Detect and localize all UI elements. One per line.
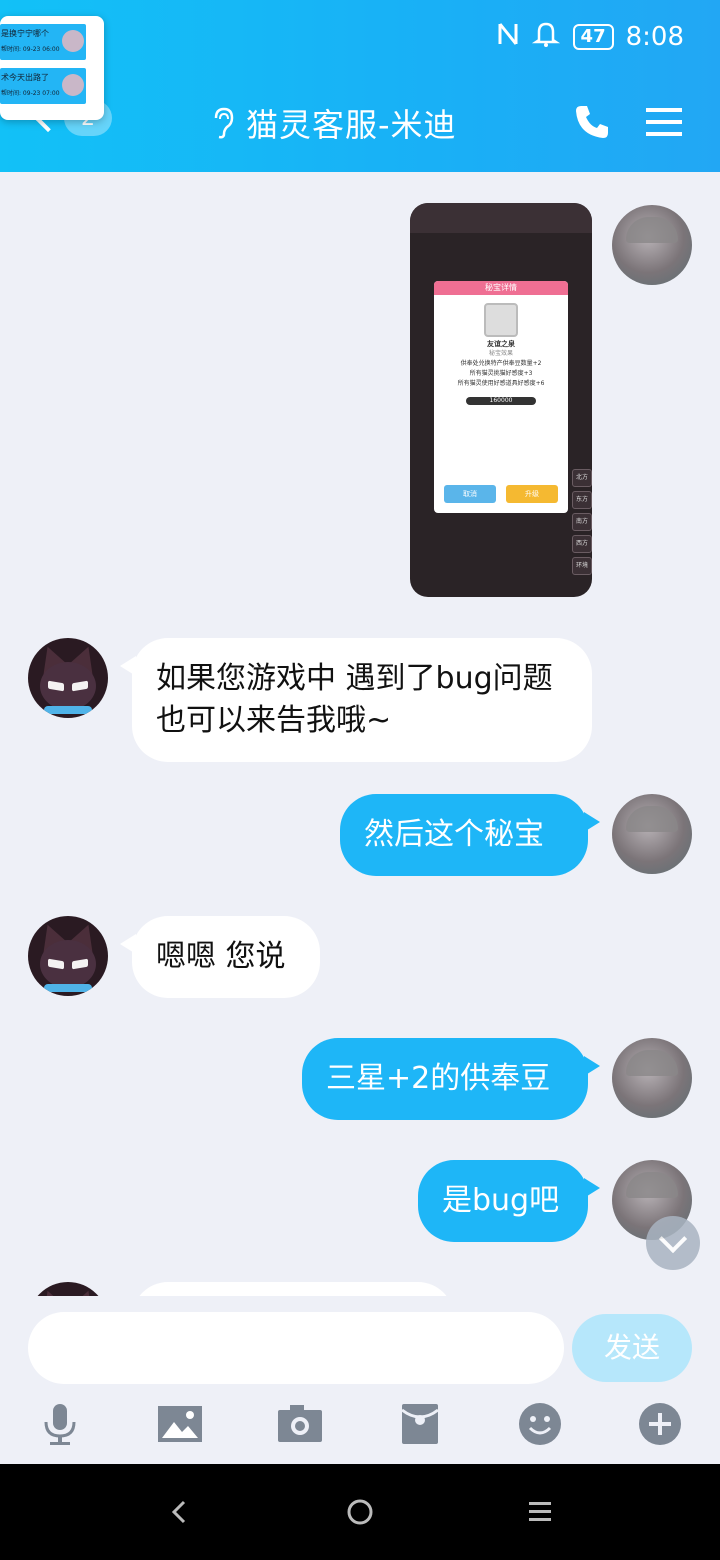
battery-level: 47 [572, 24, 614, 50]
game-top-bar [410, 203, 592, 233]
scroll-to-bottom-button[interactable] [646, 1216, 700, 1270]
float-item[interactable]: 术今天出路了 帮时间: 09-23 07:00 [0, 68, 86, 104]
message-bubble[interactable]: 嗯嗯 您说 [120, 916, 320, 998]
game-dialog: 秘宝详情 友谊之泉 秘宝效果 供奉处兑换特产供奉豆数量+2 所有猫灵挑猫好感度+… [434, 281, 568, 513]
message-bubble[interactable]: 是bug吧 [418, 1160, 600, 1242]
my-avatar[interactable] [612, 794, 692, 874]
send-button[interactable]: 发送 [572, 1314, 692, 1382]
my-avatar[interactable] [612, 1038, 692, 1118]
nav-home-icon[interactable] [340, 1494, 380, 1530]
sent-image-message[interactable]: 秘宝详情 友谊之泉 秘宝效果 供奉处兑换特产供奉豆数量+2 所有猫灵挑猫好感度+… [410, 203, 592, 597]
agent-avatar[interactable] [28, 916, 108, 996]
treasure-icon [484, 303, 518, 337]
agent-avatar[interactable] [28, 1282, 108, 1296]
phone-call-icon[interactable] [572, 102, 612, 142]
plus-icon[interactable] [636, 1400, 684, 1448]
composer: 发送 [0, 1296, 720, 1464]
chat-header: 47 8:08 2 猫灵客服-米迪 [0, 0, 720, 172]
upgrade-button: 升级 [506, 485, 558, 503]
floating-chat-card[interactable]: 是换宁宁哪个 帮时间: 09-23 06:00 术今天出路了 帮时间: 09-2… [0, 16, 104, 120]
red-packet-icon[interactable] [396, 1400, 444, 1448]
nav-back-icon[interactable] [160, 1494, 200, 1530]
status-bar: 47 8:08 [497, 20, 684, 54]
menu-icon[interactable] [644, 102, 684, 142]
emoji-icon[interactable] [516, 1400, 564, 1448]
message-bubble[interactable]: 如果您游戏中 遇到了bug问题 也可以来告我哦~ [120, 638, 592, 762]
camera-icon[interactable] [276, 1400, 324, 1448]
avatar [62, 74, 84, 96]
message-list[interactable]: 秘宝详情 友谊之泉 秘宝效果 供奉处兑换特产供奉豆数量+2 所有猫灵挑猫好感度+… [0, 172, 720, 1296]
system-nav-bar [0, 1464, 720, 1560]
agent-avatar[interactable] [28, 638, 108, 718]
chat-title: 猫灵客服-米迪 [246, 106, 457, 144]
message-input[interactable] [28, 1312, 564, 1384]
image-icon[interactable] [156, 1400, 204, 1448]
clock: 8:08 [625, 22, 684, 52]
chat-title-area: 猫灵客服-米迪 [210, 100, 457, 146]
message-bubble[interactable]: 然后这个秘宝 [340, 794, 600, 876]
cost-bar: 160000 [466, 397, 536, 405]
message-bubble[interactable] [132, 1282, 454, 1296]
nfc-icon [497, 21, 519, 54]
nav-recents-icon[interactable] [520, 1494, 560, 1530]
message-bubble[interactable]: 三星+2的供奉豆 [302, 1038, 600, 1120]
float-item[interactable]: 是换宁宁哪个 帮时间: 09-23 06:00 [0, 24, 86, 60]
my-avatar[interactable] [612, 205, 692, 285]
bell-icon [531, 20, 561, 55]
microphone-icon[interactable] [36, 1400, 84, 1448]
avatar [62, 30, 84, 52]
ear-icon [214, 107, 234, 139]
cancel-button: 取消 [444, 485, 496, 503]
